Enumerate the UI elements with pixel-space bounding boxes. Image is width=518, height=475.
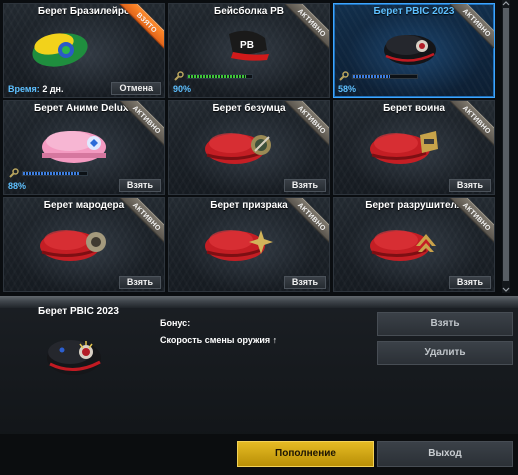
inventory-grid: Берет Бразилейро ВЗЯТО Время: 2 дн. Отмена … — [0, 0, 518, 296]
wrench-icon — [339, 70, 349, 81]
durability-bar — [173, 70, 253, 82]
exit-button[interactable]: Выход — [377, 441, 513, 467]
item-card[interactable]: Берет PBIC 2023 АКТИВНО 58% — [333, 3, 495, 98]
scroll-down-arrow-icon[interactable] — [502, 286, 510, 293]
bonus-value: Скорость смены оружия ↑ — [160, 335, 278, 345]
detail-title: Берет PBIC 2023 — [38, 306, 119, 317]
item-card[interactable]: Берет безумца АКТИВНО Взять — [168, 100, 330, 195]
delete-button[interactable]: Удалить — [377, 341, 513, 365]
wrench-icon — [9, 167, 19, 178]
item-card[interactable]: Берет Бразилейро ВЗЯТО Время: 2 дн. Отмена — [3, 3, 165, 98]
item-card[interactable]: Берет разрушителя АКТИВНО Взять — [333, 197, 495, 292]
scrollbar[interactable] — [502, 0, 510, 293]
item-card[interactable]: PB Бейсболка PB АКТИВНО 90% — [168, 3, 330, 98]
cancel-button[interactable]: Отмена — [111, 82, 161, 95]
take-item-button[interactable]: Взять — [118, 179, 161, 192]
item-card[interactable]: Берет Аниме Deluxe АКТИВНО 88% Взять — [3, 100, 165, 195]
durability-bar — [338, 70, 418, 82]
detail-panel: Берет PBIC 2023 Бонус: Скорость смены ор… — [0, 296, 518, 475]
svg-text:PB: PB — [240, 40, 254, 51]
durability-percent: 90% — [173, 84, 192, 94]
take-button[interactable]: Взять — [377, 312, 513, 336]
item-card[interactable]: Берет воина АКТИВНО Взять — [333, 100, 495, 195]
durability-percent: 58% — [338, 84, 357, 94]
refill-button[interactable]: Пополнение — [237, 441, 374, 467]
scroll-up-arrow-icon[interactable] — [502, 0, 510, 7]
item-card[interactable]: Берет мародера АКТИВНО Взять — [3, 197, 165, 292]
bonus-label: Бонус: — [160, 318, 191, 328]
take-item-button[interactable]: Взять — [448, 179, 491, 192]
scroll-thumb[interactable] — [503, 8, 509, 281]
take-item-button[interactable]: Взять — [283, 179, 326, 192]
durability-bar — [8, 167, 88, 179]
take-item-button[interactable]: Взять — [448, 276, 491, 289]
item-card[interactable]: Берет призрака АКТИВНО Взять — [168, 197, 330, 292]
take-item-button[interactable]: Взять — [118, 276, 161, 289]
item-timer: Время: 2 дн. — [8, 84, 64, 94]
durability-percent: 88% — [8, 181, 27, 191]
take-item-button[interactable]: Взять — [283, 276, 326, 289]
pbic-beret-icon — [47, 340, 101, 375]
wrench-icon — [174, 70, 184, 81]
